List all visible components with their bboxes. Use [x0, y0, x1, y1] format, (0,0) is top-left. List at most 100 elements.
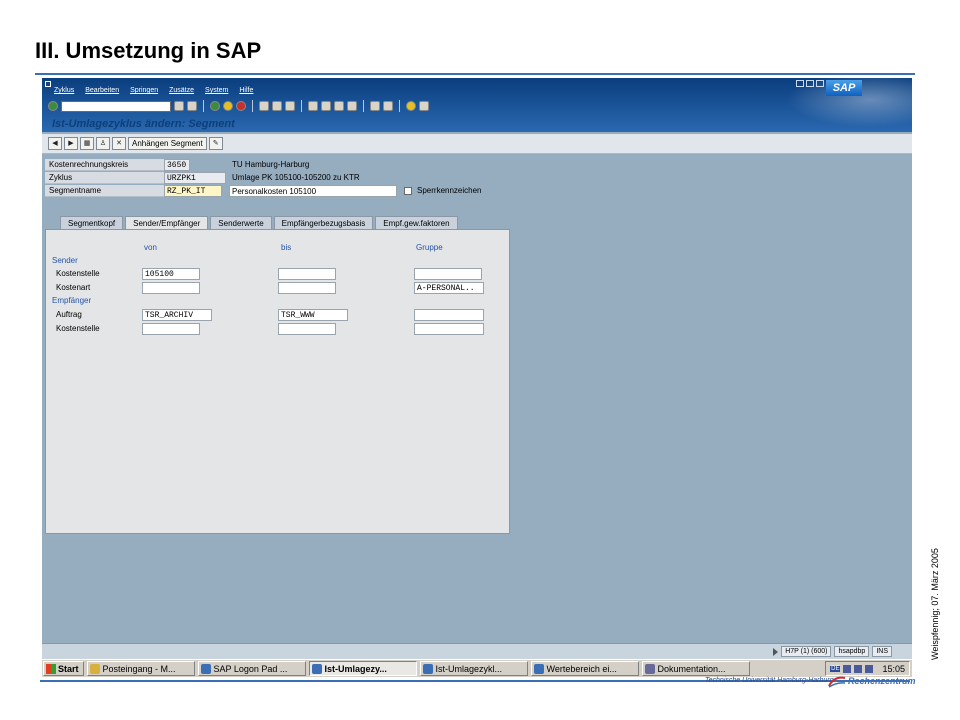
sender-kostenstelle-bis-field[interactable]	[278, 268, 336, 280]
print-icon[interactable]	[259, 101, 269, 111]
status-info: H7P (1) (600) hsapdbp INS	[773, 646, 892, 657]
sender-kostenstelle-label: Kostenstelle	[56, 269, 100, 278]
segment-screen: Kostenrechnungskreis 3650 TU Hamburg-Har…	[42, 155, 912, 643]
tab-sender-empfaenger[interactable]: Sender/Empfänger	[125, 216, 209, 230]
shortcut-icon[interactable]	[383, 101, 393, 111]
find-next-icon[interactable]	[285, 101, 295, 111]
empfaenger-kostenstelle-bis-field[interactable]	[278, 323, 336, 335]
attach-segment-button[interactable]: Anhängen Segment	[128, 137, 207, 150]
sender-kostenart-von-field[interactable]	[142, 282, 200, 294]
sap-icon	[200, 663, 211, 674]
column-von: von	[144, 243, 157, 252]
tab-segmentkopf[interactable]: Segmentkopf	[60, 216, 124, 230]
task-label: Dokumentation...	[657, 663, 726, 674]
tab-empfaengerbezugsbasis[interactable]: Empfängerbezugsbasis	[273, 216, 374, 230]
task-ist-umlagezyklus-active[interactable]: Ist-Umlagezy...	[308, 661, 417, 676]
empfaenger-auftrag-bis-field[interactable]: TSR_WWW	[278, 309, 348, 321]
first-page-icon[interactable]	[308, 101, 318, 111]
column-gruppe: Gruppe	[416, 243, 443, 252]
doc-icon	[644, 663, 655, 674]
kostenrechnungskreis-label: Kostenrechnungskreis	[45, 159, 165, 171]
sperrkennzeichen-checkbox[interactable]	[404, 187, 412, 195]
empfaenger-kostenstelle-von-field[interactable]	[142, 323, 200, 335]
menu-hilfe[interactable]: Hilfe	[239, 87, 253, 94]
task-wertebereich[interactable]: Wertebereich ei...	[530, 661, 639, 676]
history-icon[interactable]	[174, 101, 184, 111]
menu-zusaetze[interactable]: Zusätze	[169, 87, 194, 94]
window-controls	[796, 80, 824, 87]
sender-kostenart-gruppe-field[interactable]: A-PERSONAL..	[414, 282, 484, 294]
new-session-icon[interactable]	[370, 101, 380, 111]
sperrkennzeichen-label: Sperrkennzeichen	[417, 186, 482, 195]
back-icon[interactable]	[210, 101, 220, 111]
close-icon[interactable]	[816, 80, 824, 87]
tray-app-icon[interactable]	[843, 664, 852, 673]
zyklus-field[interactable]: URZPK1	[164, 172, 226, 184]
empfaenger-kostenstelle-label: Kostenstelle	[56, 324, 100, 333]
enter-icon[interactable]	[48, 101, 58, 111]
menu-zyklus[interactable]: Zyklus	[54, 87, 74, 94]
menu-bearbeiten[interactable]: Bearbeiten	[85, 87, 119, 94]
help-icon[interactable]	[406, 101, 416, 111]
sender-empfaenger-panel: von bis Gruppe Sender Kostenstelle 10510…	[45, 229, 510, 534]
tray-network-icon[interactable]	[865, 664, 874, 673]
save-icon[interactable]	[187, 101, 197, 111]
clock: 15:05	[882, 663, 905, 674]
sender-kostenstelle-gruppe-field[interactable]	[414, 268, 482, 280]
overview-icon[interactable]: ▦	[80, 137, 94, 150]
previous-page-icon[interactable]	[321, 101, 331, 111]
previous-icon[interactable]: ◀	[48, 137, 62, 150]
toolbar-separator	[252, 100, 253, 112]
exit-icon[interactable]	[223, 101, 233, 111]
task-dokumentation[interactable]: Dokumentation...	[641, 661, 750, 676]
toolbar-separator	[399, 100, 400, 112]
task-sap-logon-pad[interactable]: SAP Logon Pad ...	[197, 661, 306, 676]
tab-senderwerte[interactable]: Senderwerte	[210, 216, 272, 230]
next-icon[interactable]: ▶	[64, 137, 78, 150]
segment-description-field[interactable]: Personalkosten 105100	[229, 185, 397, 197]
status-expand-icon[interactable]	[773, 647, 779, 656]
sender-kostenart-bis-field[interactable]	[278, 282, 336, 294]
empfaenger-kostenstelle-gruppe-field[interactable]	[414, 323, 484, 335]
status-bar: H7P (1) (600) hsapdbp INS	[42, 643, 912, 659]
person-icon[interactable]: ♙	[96, 137, 110, 150]
change-icon[interactable]: ✎	[208, 137, 223, 150]
empfaenger-auftrag-von-field[interactable]: TSR_ARCHIV	[142, 309, 212, 321]
rechenzentrum-label: Rechenzentrum	[848, 676, 916, 686]
sap-icon	[311, 663, 322, 674]
sender-kostenart-label: Kostenart	[56, 283, 91, 292]
layout-menu-icon[interactable]	[419, 101, 429, 111]
minimize-icon[interactable]	[796, 80, 804, 87]
last-page-icon[interactable]	[347, 101, 357, 111]
task-posteingang[interactable]: Posteingang - M...	[86, 661, 195, 676]
task-label: SAP Logon Pad ...	[213, 663, 288, 674]
sender-kostenstelle-von-field[interactable]: 105100	[142, 268, 200, 280]
start-label: Start	[58, 663, 79, 674]
windows-taskbar: Start Posteingang - M... SAP Logon Pad .…	[42, 659, 912, 677]
menu-springen[interactable]: Springen	[130, 87, 158, 94]
empfaenger-auftrag-label: Auftrag	[56, 310, 82, 319]
segmentname-field[interactable]: RZ_PK_IT	[164, 185, 222, 197]
empfaenger-auftrag-gruppe-field[interactable]	[414, 309, 484, 321]
find-icon[interactable]	[272, 101, 282, 111]
server-status: hsapdbp	[834, 646, 870, 657]
kostenrechnungskreis-field[interactable]: 3650	[164, 159, 190, 171]
zyklus-text: Umlage PK 105100-105200 zu KTR	[232, 173, 360, 182]
task-label: Posteingang - M...	[102, 663, 176, 674]
system-menu-icon[interactable]	[45, 81, 51, 87]
toolbar-separator	[363, 100, 364, 112]
start-button[interactable]: Start	[43, 661, 84, 676]
tab-empf-gew-faktoren[interactable]: Empf.gew.faktoren	[375, 216, 458, 230]
language-indicator[interactable]: DE	[830, 665, 841, 672]
maximize-icon[interactable]	[806, 80, 814, 87]
menu-system[interactable]: System	[205, 87, 228, 94]
delete-icon[interactable]: ✕	[112, 137, 126, 150]
cancel-icon[interactable]	[236, 101, 246, 111]
next-page-icon[interactable]	[334, 101, 344, 111]
system-status[interactable]: H7P (1) (600)	[781, 646, 832, 657]
toolbar-separator	[203, 100, 204, 112]
empfaenger-section: Empfänger	[52, 296, 92, 305]
tray-shield-icon[interactable]	[854, 664, 863, 673]
command-field[interactable]	[61, 100, 171, 112]
task-ist-umlagezyklus[interactable]: Ist-Umlagezykl...	[419, 661, 528, 676]
